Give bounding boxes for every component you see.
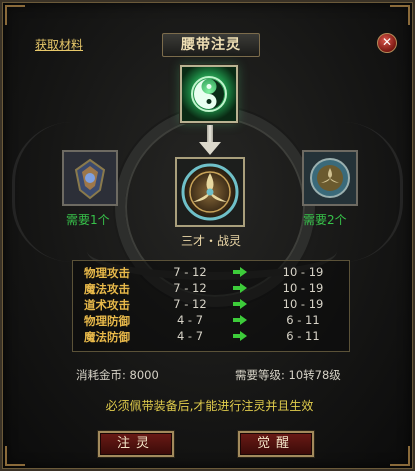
triskelion-belt-icon: [177, 159, 243, 225]
stat-name: 道术攻击: [84, 298, 130, 312]
stat-current-value: 7 - 12: [173, 265, 207, 279]
stat-row: 物理攻击 7 - 12 10 - 19: [73, 265, 349, 280]
frame-corner: [390, 446, 410, 466]
frame-corner: [5, 446, 25, 466]
yin-yang-orb-icon: [182, 67, 236, 121]
stat-name: 魔法防御: [84, 330, 130, 344]
get-material-link[interactable]: 获取材料: [35, 36, 83, 53]
equip-warning-text: 必须佩带装备后,才能进行注灵并且生效: [105, 399, 314, 413]
right-arrow-icon: [233, 315, 247, 325]
belt-infusion-window: 获取材料 腰带注灵 ✕ 需要1个 需要2个 三才・战灵 物理攻击 7 - 12 …: [0, 0, 415, 471]
stat-row: 魔法攻击 7 - 12 10 - 19: [73, 281, 349, 296]
frame-corner: [390, 5, 410, 25]
gold-cost-label: 消耗金币:: [76, 368, 126, 382]
gold-cost: 消耗金币: 8000: [76, 367, 159, 383]
triskelion-orb-icon: [304, 152, 356, 204]
stat-name: 物理防御: [84, 314, 130, 328]
stats-comparison-table: 物理攻击 7 - 12 10 - 19 魔法攻击 7 - 12 10 - 19 …: [72, 260, 350, 352]
material-slot-left[interactable]: [62, 150, 118, 206]
material-requirement-left: 需要1个: [66, 213, 110, 227]
gold-cost-value: 8000: [129, 368, 159, 382]
right-arrow-icon: [233, 299, 247, 309]
down-arrow-icon: [207, 125, 213, 143]
awaken-button[interactable]: 觉醒: [238, 431, 314, 457]
stat-new-value: 10 - 19: [282, 281, 324, 295]
window-title: 腰带注灵: [162, 33, 260, 57]
material-requirement-right: 需要2个: [303, 213, 347, 227]
level-requirement: 需要等级: 10转78级: [235, 367, 341, 383]
stat-row: 魔法防御 4 - 7 6 - 11: [73, 329, 349, 344]
material-slot-right[interactable]: [302, 150, 358, 206]
right-arrow-icon: [233, 267, 247, 277]
target-item-slot[interactable]: [180, 65, 238, 123]
right-arrow-icon: [233, 283, 247, 293]
belt-item-name: 三才・战灵: [180, 234, 241, 248]
stat-new-value: 10 - 19: [282, 297, 324, 311]
stat-current-value: 7 - 12: [173, 297, 207, 311]
stat-new-value: 6 - 11: [286, 313, 320, 327]
frame-corner: [5, 5, 25, 25]
level-requirement-label: 需要等级:: [235, 368, 285, 382]
level-requirement-value: 10转78级: [288, 368, 341, 382]
belt-item-slot[interactable]: [175, 157, 245, 227]
inject-spirit-button[interactable]: 注灵: [98, 431, 174, 457]
stat-current-value: 4 - 7: [176, 313, 204, 327]
stat-row: 物理防御 4 - 7 6 - 11: [73, 313, 349, 328]
stat-row: 道术攻击 7 - 12 10 - 19: [73, 297, 349, 312]
crystal-shield-icon: [64, 152, 116, 204]
right-arrow-icon: [233, 331, 247, 341]
stat-current-value: 4 - 7: [176, 329, 204, 343]
down-arrow-icon: [199, 142, 221, 155]
stat-new-value: 6 - 11: [286, 329, 320, 343]
stat-name: 魔法攻击: [84, 282, 130, 296]
stat-name: 物理攻击: [84, 266, 130, 280]
close-icon[interactable]: ✕: [377, 33, 397, 53]
stat-new-value: 10 - 19: [282, 265, 324, 279]
stat-current-value: 7 - 12: [173, 281, 207, 295]
